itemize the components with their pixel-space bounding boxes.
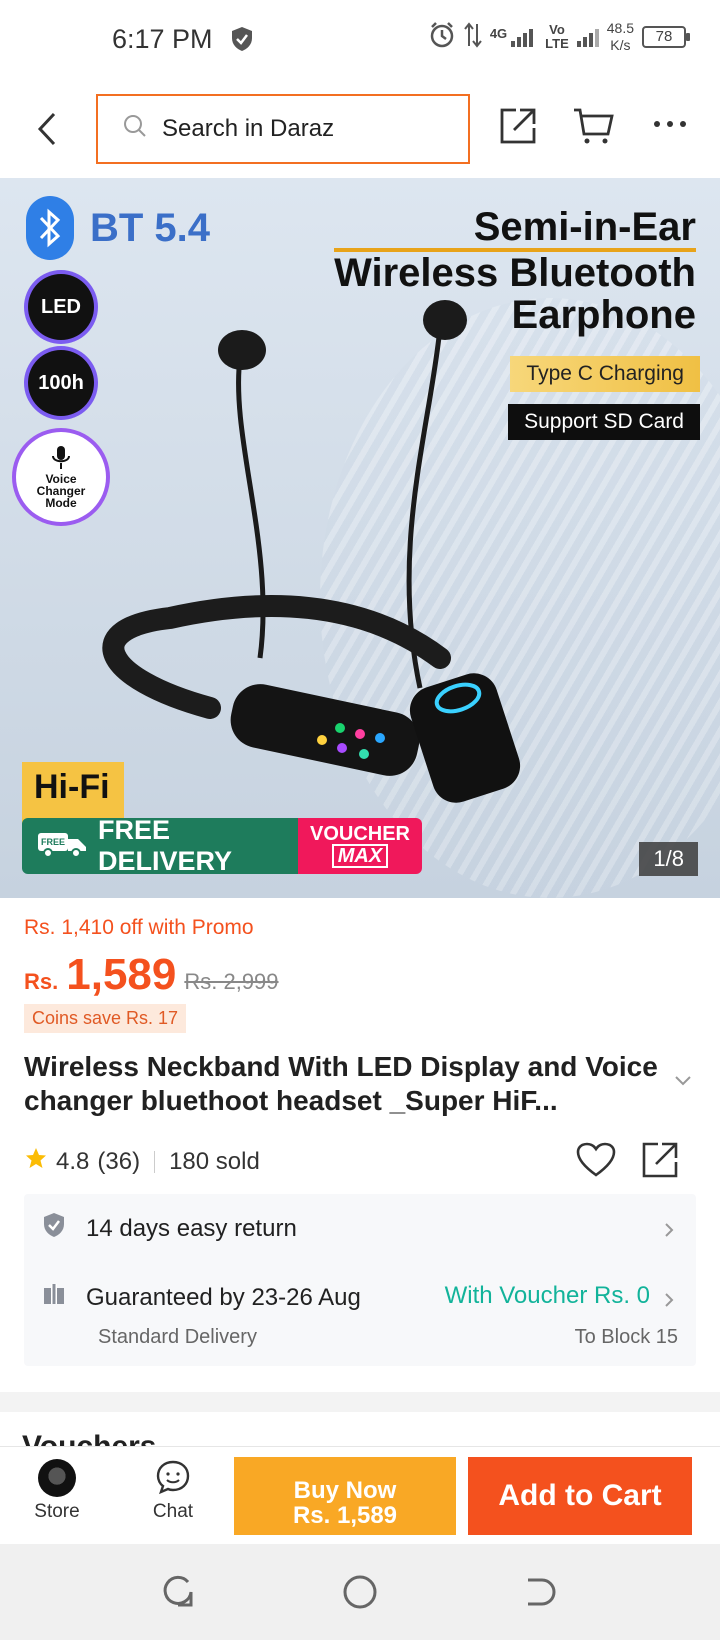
- bluetooth-icon: [26, 196, 74, 260]
- product-title: Wireless Neckband With LED Display and V…: [24, 1051, 658, 1116]
- chevron-right-icon[interactable]: [664, 1292, 674, 1313]
- signal-icon: 4G: [490, 27, 534, 47]
- price-row: Rs. 1,589 Rs. 2,999: [24, 950, 279, 1000]
- section-divider: [0, 1392, 720, 1412]
- wishlist-heart-icon[interactable]: [576, 1142, 616, 1183]
- bluetooth-badge: BT 5.4: [26, 196, 210, 260]
- back-nav-icon[interactable]: [522, 1574, 558, 1615]
- top-header: Search in Daraz: [0, 80, 720, 178]
- share-icon[interactable]: [498, 106, 538, 151]
- alarm-icon: [428, 21, 456, 54]
- free-delivery-voucher-banner: FREE FREE DELIVERY VOUCHER MAX: [22, 815, 422, 876]
- buy-now-button[interactable]: Buy Now Rs. 1,589: [234, 1457, 456, 1535]
- chevron-right-icon[interactable]: [664, 1222, 674, 1243]
- sold-count: 180 sold: [169, 1147, 260, 1175]
- rating-value: 4.8: [56, 1147, 90, 1175]
- review-count: (36): [97, 1147, 141, 1175]
- shield-check-icon: [42, 1212, 66, 1245]
- shield-icon: [230, 26, 254, 57]
- bluetooth-version: BT 5.4: [90, 205, 211, 250]
- search-icon: [122, 113, 148, 146]
- delivery-location: To Block 15: [574, 1326, 678, 1348]
- data-arrows-icon: [464, 21, 482, 53]
- add-to-cart-button[interactable]: Add to Cart: [468, 1457, 692, 1535]
- svg-text:FREE: FREE: [41, 837, 65, 847]
- delivery-voucher[interactable]: With Voucher Rs. 0: [445, 1282, 650, 1310]
- return-policy-text: 14 days easy return: [86, 1214, 297, 1242]
- chat-button[interactable]: Chat: [138, 1459, 208, 1523]
- star-icon: [24, 1146, 48, 1177]
- product-image-gallery[interactable]: BT 5.4 LED 100h Voice Changer Mode Semi-…: [0, 178, 720, 898]
- delivery-type: Standard Delivery: [98, 1326, 257, 1348]
- cart-icon[interactable]: [572, 106, 614, 151]
- network-speed: 48.5 K/s: [606, 20, 634, 53]
- promo-text[interactable]: Rs. 1,410 off with Promo: [24, 916, 254, 940]
- system-nav-bar: [0, 1544, 720, 1640]
- package-icon: [42, 1282, 66, 1313]
- coins-badge: Coins save Rs. 17: [24, 1004, 187, 1033]
- store-logo-icon: [38, 1459, 76, 1497]
- store-button[interactable]: Store: [22, 1459, 92, 1523]
- original-price: Rs. 2,999: [184, 969, 279, 994]
- bottom-action-bar: Store Chat Buy Now Rs. 1,589 Add to Cart: [0, 1446, 720, 1544]
- search-placeholder: Search in Daraz: [162, 115, 335, 142]
- chat-icon: [138, 1459, 208, 1501]
- guaranteed-date: Guaranteed by 23-26 Aug: [86, 1283, 361, 1311]
- return-policy-row[interactable]: 14 days easy return: [42, 1212, 297, 1245]
- delivery-truck-icon: FREE: [36, 829, 88, 864]
- back-arrow-icon[interactable]: [34, 110, 60, 153]
- chevron-down-icon[interactable]: [674, 1074, 692, 1092]
- service-info-card: 14 days easy return Guaranteed by 23-26 …: [24, 1194, 696, 1366]
- more-options-icon[interactable]: [652, 116, 688, 134]
- volte-label: Vo LTE: [545, 22, 569, 51]
- status-bar: 6:17 PM 4G Vo LTE 48.5 K/s 78: [0, 0, 720, 80]
- currency: Rs.: [24, 969, 59, 994]
- neckband-earphone-image: [102, 300, 521, 803]
- signal-icon-2: [576, 27, 599, 47]
- delivery-row[interactable]: Guaranteed by 23-26 Aug: [42, 1282, 361, 1313]
- status-time: 6:17 PM: [112, 24, 213, 54]
- recent-apps-icon[interactable]: [160, 1574, 196, 1615]
- share-icon[interactable]: [640, 1140, 680, 1185]
- image-page-indicator: 1/8: [639, 842, 698, 876]
- battery-indicator: 78: [642, 26, 690, 48]
- search-bar[interactable]: Search in Daraz: [96, 94, 470, 164]
- current-price: 1,589: [66, 950, 177, 999]
- home-icon[interactable]: [342, 1574, 378, 1615]
